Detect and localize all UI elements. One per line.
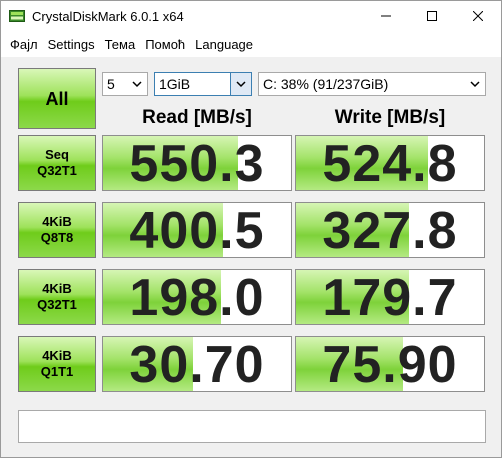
- drive-select[interactable]: C: 38% (91/237GiB): [258, 72, 486, 96]
- write-value: 327.8: [322, 202, 458, 258]
- close-icon: [473, 11, 483, 21]
- menu-language[interactable]: Language: [190, 32, 258, 57]
- test-name-line2: Q32T1: [37, 297, 77, 312]
- test-name-line2: Q8T8: [40, 230, 74, 245]
- write-result-seq-q32t1: 524.8: [295, 135, 485, 191]
- read-result-seq-q32t1: 550.3: [102, 135, 292, 191]
- read-result-4kib-q8t8: 400.5: [102, 202, 292, 258]
- chevron-down-icon: [236, 81, 246, 88]
- 4kib-q32t1-button[interactable]: 4KiB Q32T1: [18, 269, 96, 325]
- test-count-value: 5: [107, 76, 115, 92]
- read-result-4kib-q32t1: 198.0: [102, 269, 292, 325]
- write-column-header: Write [MB/s]: [334, 107, 446, 128]
- app-icon: [9, 8, 25, 24]
- test-name-line2: Q1T1: [40, 364, 74, 379]
- write-result-4kib-q32t1: 179.7: [295, 269, 485, 325]
- test-size-value: 1GiB: [159, 76, 191, 92]
- test-name-line1: 4KiB: [42, 214, 72, 229]
- read-value: 30.70: [129, 336, 265, 392]
- write-value: 524.8: [322, 135, 458, 191]
- menu-theme[interactable]: Тема: [100, 32, 141, 57]
- chevron-down-icon: [470, 81, 480, 88]
- run-all-button[interactable]: All: [18, 68, 96, 129]
- menu-bar: Фајл Settings Тема Помоћ Language: [1, 32, 501, 57]
- chevron-down-icon: [132, 81, 142, 88]
- drive-value: C: 38% (91/237GiB): [263, 76, 389, 92]
- maximize-button[interactable]: [409, 1, 455, 31]
- 4kib-q8t8-button[interactable]: 4KiB Q8T8: [18, 202, 96, 258]
- window-title: CrystalDiskMark 6.0.1 x64: [32, 9, 184, 24]
- benchmark-panel: All 5 1GiB C: 38% (91/237GiB) Read [MB/s…: [1, 57, 501, 457]
- menu-help[interactable]: Помоћ: [140, 32, 190, 57]
- read-value: 550.3: [129, 135, 265, 191]
- read-value: 198.0: [129, 269, 265, 325]
- write-result-4kib-q1t1: 75.90: [295, 336, 485, 392]
- test-name-line1: Seq: [45, 147, 69, 162]
- close-button[interactable]: [455, 1, 501, 31]
- test-size-select[interactable]: 1GiB: [154, 72, 252, 96]
- comment-field[interactable]: [18, 410, 486, 443]
- test-name-line2: Q32T1: [37, 163, 77, 178]
- title-bar[interactable]: CrystalDiskMark 6.0.1 x64: [1, 1, 501, 32]
- seq-q32t1-button[interactable]: Seq Q32T1: [18, 135, 96, 191]
- minimize-button[interactable]: [363, 1, 409, 31]
- write-result-4kib-q8t8: 327.8: [295, 202, 485, 258]
- app-window: CrystalDiskMark 6.0.1 x64 Фајл Settings …: [0, 0, 502, 458]
- write-value: 179.7: [322, 269, 458, 325]
- menu-settings[interactable]: Settings: [43, 32, 100, 57]
- test-name-line1: 4KiB: [42, 281, 72, 296]
- test-name-line1: 4KiB: [42, 348, 72, 363]
- read-result-4kib-q1t1: 30.70: [102, 336, 292, 392]
- 4kib-q1t1-button[interactable]: 4KiB Q1T1: [18, 336, 96, 392]
- read-column-header: Read [MB/s]: [142, 107, 252, 128]
- menu-file[interactable]: Фајл: [5, 32, 43, 57]
- write-value: 75.90: [322, 336, 458, 392]
- test-count-select[interactable]: 5: [102, 72, 148, 96]
- read-value: 400.5: [129, 202, 265, 258]
